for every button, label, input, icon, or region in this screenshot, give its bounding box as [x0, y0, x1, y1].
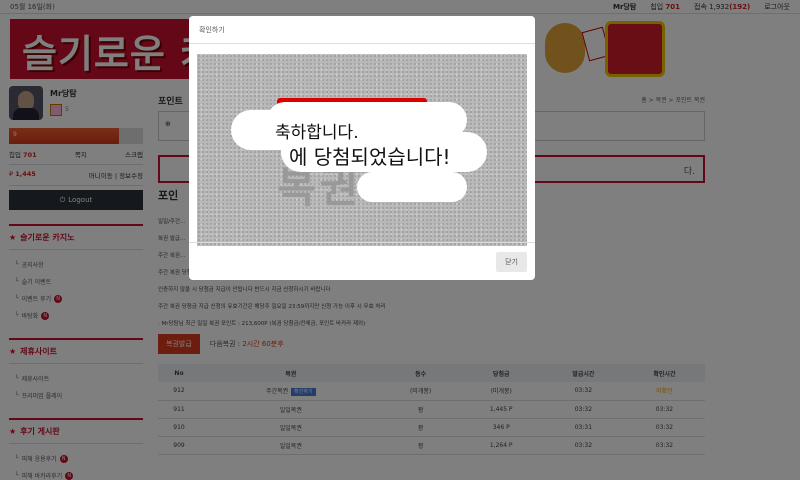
scratch-card[interactable]: 복권 축하합니다. 에 당첨되었습니다! [197, 54, 527, 246]
win-text: 에 당첨되었습니다! [289, 145, 451, 169]
congrats-text: 축하합니다. [275, 123, 359, 143]
modal-title: 확인하기 [189, 16, 535, 44]
result-modal: 확인하기 복권 축하합니다. 에 당첨되었습니다! 닫기 [189, 16, 535, 280]
close-button[interactable]: 닫기 [496, 252, 527, 272]
